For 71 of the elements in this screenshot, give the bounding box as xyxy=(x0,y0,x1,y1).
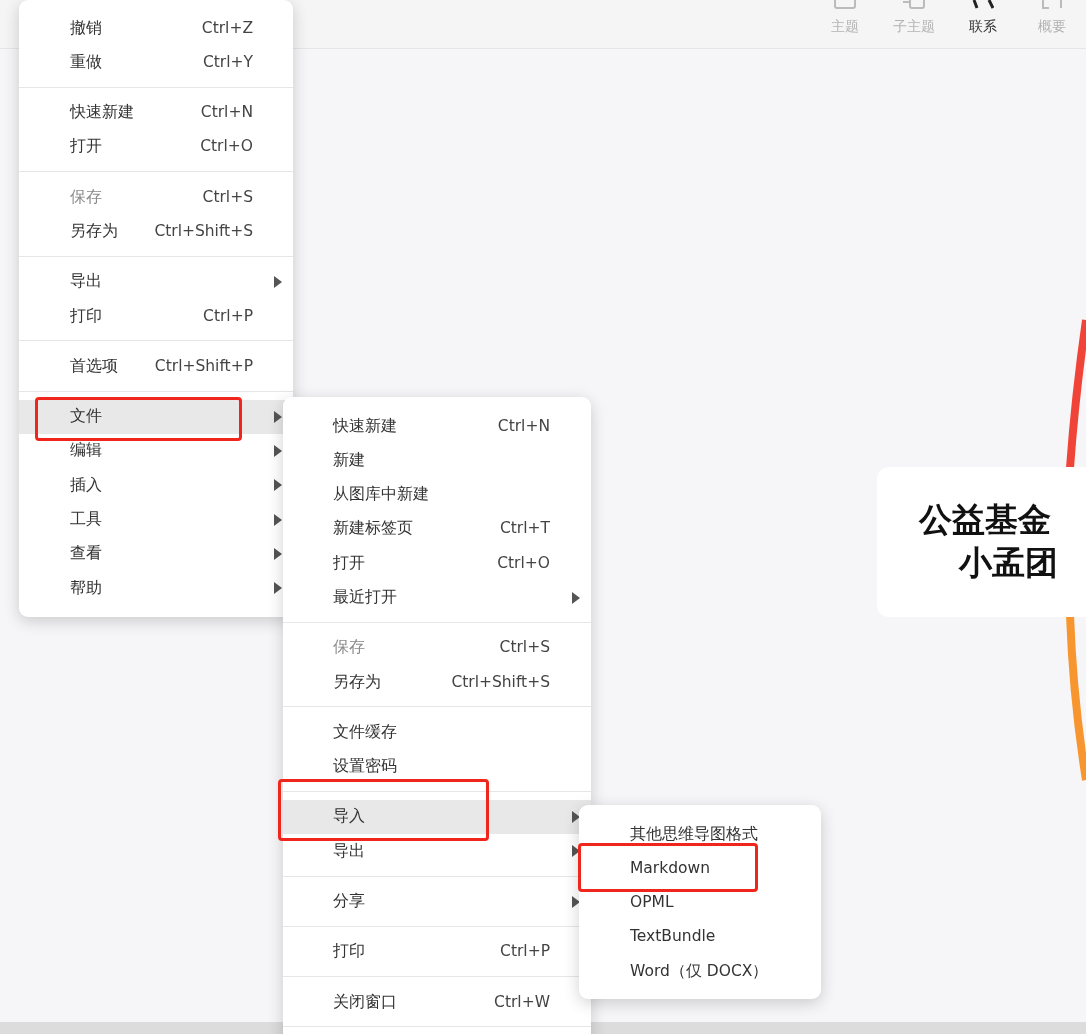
shortcut-label: Ctrl+Z xyxy=(201,17,253,39)
menu-item-label: 另存为 xyxy=(333,671,381,693)
mind-map-node[interactable]: 公益基金 小孟团 xyxy=(877,467,1086,617)
menu-item-label: 编辑 xyxy=(70,440,102,462)
menu-item-label: 打印 xyxy=(70,305,102,327)
shortcut-label: Ctrl+P xyxy=(500,941,550,963)
shortcut-label: Ctrl+O xyxy=(200,136,253,158)
menu-item-label: 打印 xyxy=(333,941,365,963)
menu-item-label: Markdown xyxy=(630,857,711,879)
menu-item-label: 重做 xyxy=(70,51,102,73)
menu-item-label: 新建 xyxy=(333,449,365,471)
toolbar-button[interactable]: 联系 xyxy=(948,0,1017,48)
menu-item[interactable]: 导入 xyxy=(283,799,591,835)
shortcut-label: Ctrl+Y xyxy=(202,51,253,73)
shortcut-label: Ctrl+T xyxy=(499,518,550,540)
menu-item-label: 快速新建 xyxy=(333,415,397,437)
menu-item[interactable]: 首选项 Ctrl+Shift+P xyxy=(19,349,293,384)
menu-item-label: 文件缓存 xyxy=(333,721,397,743)
menu-item-label: 帮助 xyxy=(70,577,102,599)
toolbar-icon xyxy=(833,0,856,9)
menu-item-label: 保存 xyxy=(70,186,102,208)
menu-item[interactable]: 打印 Ctrl+P xyxy=(19,299,293,334)
menu-item-label: 撤销 xyxy=(70,17,102,39)
menu-item-label: 工具 xyxy=(70,509,102,531)
menu-item-label: 插入 xyxy=(70,474,102,496)
shortcut-label: Ctrl+N xyxy=(497,415,550,437)
shortcut-label: Ctrl+S xyxy=(499,637,550,659)
shortcut-label: Ctrl+N xyxy=(200,102,253,124)
menu-item[interactable]: 撤销 Ctrl+Z xyxy=(19,11,293,46)
shortcut-label: Ctrl+O xyxy=(497,552,550,574)
shortcut-label: Ctrl+W xyxy=(494,991,550,1013)
menu-item-label: TextBundle xyxy=(630,926,716,948)
menu-item[interactable]: 分享 xyxy=(283,884,591,919)
menu-item-label: 关闭窗口 xyxy=(333,991,397,1013)
shortcut-label: Ctrl+S xyxy=(202,186,253,208)
menu-item-label: 另存为 xyxy=(70,221,118,242)
menu-item-label: 导出 xyxy=(70,271,102,293)
menu-item[interactable]: 另存为 Ctrl+Shift+S xyxy=(283,665,591,700)
shortcut-label: Ctrl+P xyxy=(203,305,253,327)
menu-item-label: 首选项 xyxy=(70,355,118,377)
menu-item[interactable]: 文件缓存 xyxy=(283,715,591,750)
menu-item[interactable]: TextBundle xyxy=(579,919,821,955)
menu-item-label: 导入 xyxy=(333,806,365,828)
shortcut-label: Ctrl+Shift+S xyxy=(154,221,253,242)
menu-item[interactable]: 重做 Ctrl+Y xyxy=(19,45,293,80)
menu-item-label: Word（仅 DOCX） xyxy=(630,960,769,982)
menu-item-label: 新建标签页 xyxy=(333,518,413,540)
menu-item[interactable]: 导出 xyxy=(19,264,293,300)
menu-item[interactable]: 打开 Ctrl+O xyxy=(19,129,293,165)
menu-item-label: 从图库中新建 xyxy=(333,484,429,506)
menu-item-label: 设置密码 xyxy=(333,756,397,778)
menu-item-label: 查看 xyxy=(70,543,102,565)
menu-item-label: 快速新建 xyxy=(70,102,134,124)
menu-item-label: 打开 xyxy=(70,136,102,158)
menu-item[interactable]: 设置密码 xyxy=(283,749,591,784)
toolbar-icon xyxy=(971,0,994,9)
toolbar-icon xyxy=(902,0,925,9)
toolbar-icon xyxy=(1040,0,1063,9)
menu-item[interactable]: 另存为 Ctrl+Shift+S xyxy=(19,214,293,249)
menu-item-label: 分享 xyxy=(333,891,365,913)
menu-item-label: 文件 xyxy=(70,406,102,428)
menu-item-label: 打开 xyxy=(333,552,365,574)
menu-item-label: 导出 xyxy=(333,840,365,862)
menu-item-label: 保存 xyxy=(333,637,365,659)
shortcut-label: Ctrl+Shift+S xyxy=(451,671,550,693)
menu-item-label: 最近打开 xyxy=(333,587,397,608)
menu-item[interactable]: 快速新建 Ctrl+N xyxy=(19,95,293,130)
menu-item-label: OPML xyxy=(630,892,674,914)
shortcut-label: Ctrl+Shift+P xyxy=(154,355,253,377)
menu-item[interactable]: 导出 xyxy=(283,834,591,869)
menu-item-label: 其他思维导图格式 xyxy=(630,823,758,845)
